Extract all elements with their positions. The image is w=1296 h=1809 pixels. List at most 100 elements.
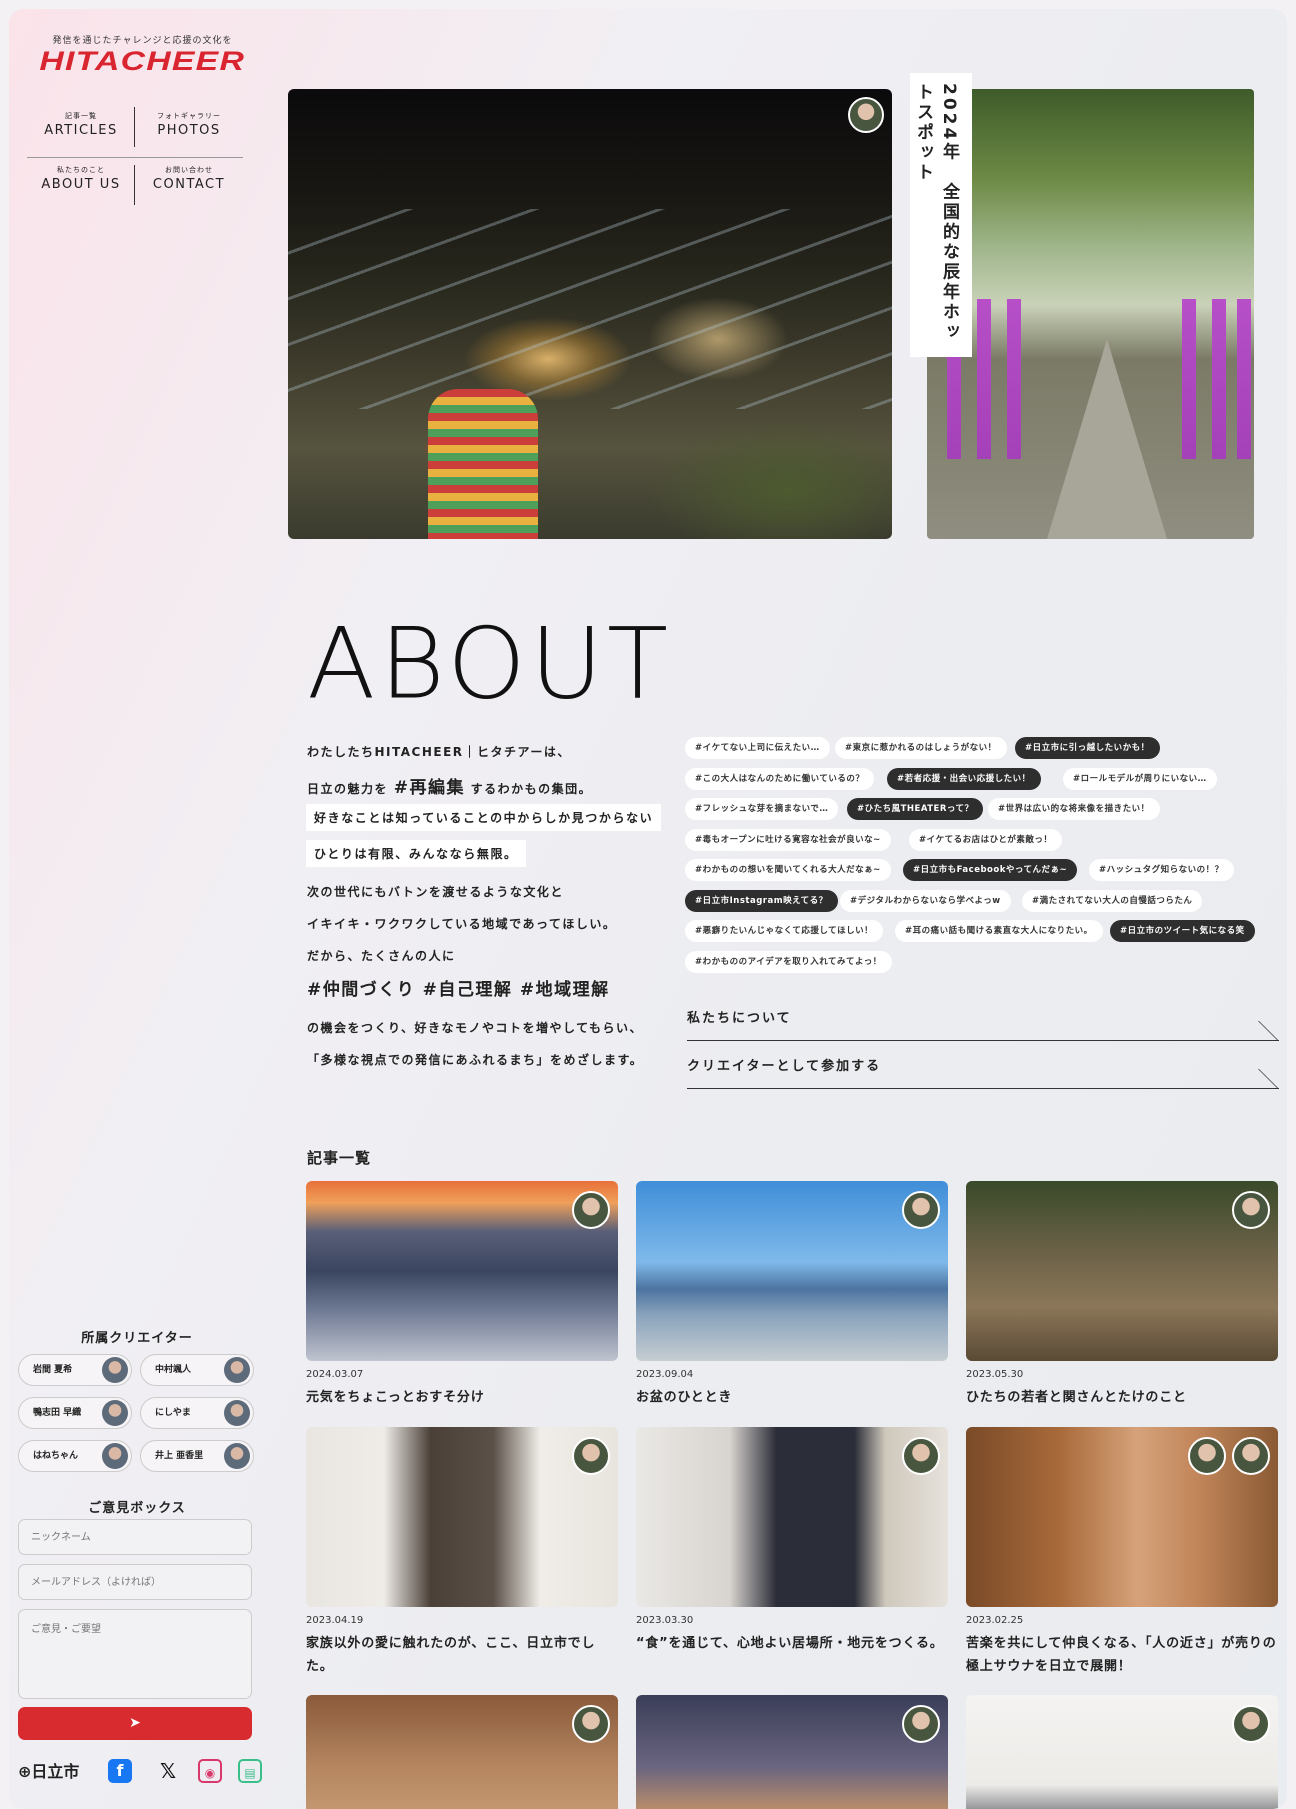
- about-highlight-2: ひとりは有限、みんななら無限。: [306, 840, 526, 867]
- city-logo[interactable]: ⊕日立市: [18, 1759, 79, 1785]
- author-avatar[interactable]: [1188, 1437, 1226, 1475]
- author-avatar[interactable]: [1232, 1705, 1270, 1743]
- article-card[interactable]: 2023.04.19 家族以外の愛に触れたのが、ここ、日立市でした。: [306, 1427, 618, 1678]
- nickname-input[interactable]: [18, 1519, 252, 1555]
- message-textarea[interactable]: [18, 1609, 252, 1699]
- author-avatar[interactable]: [902, 1705, 940, 1743]
- about-line-2: 日立の魅力を #再編集 するわかもの集団。: [307, 773, 592, 798]
- email-input[interactable]: [18, 1564, 252, 1600]
- submit-button[interactable]: ➤: [18, 1707, 252, 1740]
- author-avatar[interactable]: [572, 1705, 610, 1743]
- article-thumbnail[interactable]: [636, 1427, 948, 1607]
- note-icon[interactable]: ▤: [238, 1759, 262, 1783]
- author-avatar[interactable]: [902, 1437, 940, 1475]
- about-remix-tag: #再編集: [393, 778, 465, 798]
- facebook-icon[interactable]: f: [108, 1759, 132, 1783]
- hashtag-chip[interactable]: #満たされてない大人の自慢話つらたん: [1022, 890, 1203, 912]
- creator-chip[interactable]: 中村颯人: [140, 1354, 254, 1386]
- hashtag-chip[interactable]: #日立市のツイート気になる笑: [1110, 920, 1255, 942]
- nav-photos[interactable]: フォトギャラリー PHOTOS: [135, 103, 243, 149]
- author-avatar[interactable]: [1232, 1437, 1270, 1475]
- article-thumbnail[interactable]: [306, 1695, 618, 1809]
- author-avatar[interactable]: [848, 97, 884, 133]
- article-title[interactable]: 元気をちょこっとおすそ分け: [306, 1386, 618, 1409]
- article-title[interactable]: ひたちの若者と関さんとたけのこと: [966, 1386, 1278, 1409]
- author-avatar[interactable]: [902, 1191, 940, 1229]
- article-title[interactable]: “食”を通じて、心地よい居場所・地元をつくる。: [636, 1632, 948, 1655]
- article-title[interactable]: 家族以外の愛に触れたのが、ここ、日立市でした。: [306, 1632, 618, 1678]
- hashtag-chip[interactable]: #フレッシュな芽を摘まないで…: [685, 798, 839, 820]
- hashtag-chip[interactable]: #わかもののアイデアを取り入れてみてよっ！: [685, 951, 892, 973]
- hashtag-chip[interactable]: #わかものの想いを聞いてくれる大人だなぁ~: [685, 859, 891, 881]
- about-tags-line: #仲間づくり #自己理解 #地域理解: [307, 980, 610, 1000]
- article-thumbnail[interactable]: [966, 1695, 1278, 1809]
- site-logo[interactable]: 発信を通じたチャレンジと応援の文化を HITACHEER: [35, 33, 250, 76]
- article-date: 2024.03.07: [306, 1369, 364, 1380]
- article-card[interactable]: 2023.02.25 苦楽を共にして仲良くなる、「人の近さ」が売りの極上サウナを…: [966, 1427, 1278, 1678]
- shrine-banner: [1212, 299, 1226, 459]
- hero-photo-night-amusement-park[interactable]: [288, 89, 892, 539]
- hashtag-chip[interactable]: #この大人はなんのために働いているの？: [685, 768, 875, 790]
- article-thumbnail[interactable]: [636, 1181, 948, 1361]
- hero-photo-rails: [288, 209, 892, 409]
- article-thumbnail[interactable]: [306, 1427, 618, 1607]
- author-avatar[interactable]: [572, 1437, 610, 1475]
- hashtag-chip[interactable]: #ロールモデルが周りにいない…: [1063, 768, 1217, 790]
- nav-contact[interactable]: お問い合わせ CONTACT: [135, 157, 243, 203]
- hashtag-chip[interactable]: #悪癖りたいんじゃなくて応援してほしい！: [685, 920, 884, 942]
- article-card[interactable]: [636, 1695, 948, 1809]
- about-line-5: だから、たくさんの人に: [307, 949, 456, 963]
- avatar: [224, 1443, 250, 1469]
- article-card[interactable]: 2024.03.07 元気をちょこっとおすそ分け: [306, 1181, 618, 1409]
- creator-name: にしやま: [155, 1408, 191, 1418]
- about-us-link[interactable]: 私たちについて: [687, 1007, 1279, 1041]
- creator-name: はねちゃん: [33, 1451, 79, 1461]
- about-line-2c: するわかもの集団。: [470, 782, 593, 796]
- hashtag-chip[interactable]: #日立市に引っ越したいかも！: [1015, 737, 1160, 759]
- hashtag-chip[interactable]: #世界は広い的な将来像を描きたい！: [988, 798, 1160, 820]
- article-card[interactable]: 2023.03.30 “食”を通じて、心地よい居場所・地元をつくる。: [636, 1427, 948, 1655]
- hero-photo-shrine-path[interactable]: [927, 89, 1254, 539]
- hashtag-chip[interactable]: #日立市もFacebookやってんだぁ~: [903, 859, 1078, 881]
- article-thumbnail[interactable]: [636, 1695, 948, 1809]
- hashtag-chip[interactable]: #毒もオープンに吐ける寛容な社会が良いな~: [685, 829, 891, 851]
- hashtag-chip[interactable]: #若者応援・出会い応援したい！: [887, 768, 1041, 790]
- nav-contact-jp: お問い合わせ: [165, 166, 213, 174]
- author-avatar[interactable]: [572, 1191, 610, 1229]
- hashtag-chip[interactable]: #日立市Instagram映えてる？: [685, 890, 838, 912]
- nav-articles-label: ARTICLES: [44, 123, 118, 138]
- nav-about[interactable]: 私たちのこと ABOUT US: [27, 157, 135, 203]
- instagram-icon[interactable]: ◉: [198, 1759, 222, 1783]
- article-card[interactable]: 2023.05.30 ひたちの若者と関さんとたけのこと: [966, 1181, 1278, 1409]
- x-icon[interactable]: 𝕏: [156, 1759, 180, 1783]
- article-thumbnail[interactable]: [966, 1427, 1278, 1607]
- hashtag-chip[interactable]: #東京に惹かれるのはしょうがない！: [835, 737, 1007, 759]
- hashtag-chip[interactable]: #ハッシュタグ知らないの！？: [1089, 859, 1234, 881]
- hashtag-chip[interactable]: #イケてない上司に伝えたい…: [685, 737, 830, 759]
- article-date: 2023.09.04: [636, 1369, 694, 1380]
- article-thumbnail[interactable]: [306, 1181, 618, 1361]
- article-date: 2023.02.25: [966, 1615, 1024, 1626]
- creator-chip[interactable]: はねちゃん: [18, 1440, 132, 1472]
- article-title[interactable]: お盆のひととき: [636, 1386, 948, 1409]
- article-card[interactable]: [966, 1695, 1278, 1809]
- article-thumbnail[interactable]: [966, 1181, 1278, 1361]
- arrow-right-icon: [1239, 1069, 1279, 1089]
- nav-articles-jp: 記事一覧: [65, 112, 97, 120]
- article-card[interactable]: 2023.09.04 お盆のひととき: [636, 1181, 948, 1409]
- about-line-1: わたしたちHITACHEER｜ヒタチアーは、: [307, 745, 571, 759]
- hashtag-chip[interactable]: #イケてるお店はひとが素敵っ！: [909, 829, 1063, 851]
- creator-chip[interactable]: 鴨志田 早織: [18, 1397, 132, 1429]
- creator-chip[interactable]: 井上 亜香里: [140, 1440, 254, 1472]
- article-card[interactable]: [306, 1695, 618, 1809]
- hashtag-chip[interactable]: #耳の痛い話も聞ける素直な大人になりたい。: [895, 920, 1103, 942]
- creator-chip[interactable]: 岩間 夏希: [18, 1354, 132, 1386]
- join-creator-link[interactable]: クリエイターとして参加する: [687, 1055, 1279, 1089]
- nav-articles[interactable]: 記事一覧 ARTICLES: [27, 103, 135, 149]
- author-avatar[interactable]: [1232, 1191, 1270, 1229]
- hashtag-chip[interactable]: #デジタルわからないなら学べよっw: [840, 890, 1011, 912]
- about-line-7: 「多様な視点での発信にあふれるまち」をめざします。: [307, 1053, 644, 1067]
- creator-chip[interactable]: にしやま: [140, 1397, 254, 1429]
- hashtag-chip[interactable]: #ひたち風THEATERって？: [847, 798, 984, 820]
- article-title[interactable]: 苦楽を共にして仲良くなる、「人の近さ」が売りの極上サウナを日立で展開！: [966, 1632, 1278, 1678]
